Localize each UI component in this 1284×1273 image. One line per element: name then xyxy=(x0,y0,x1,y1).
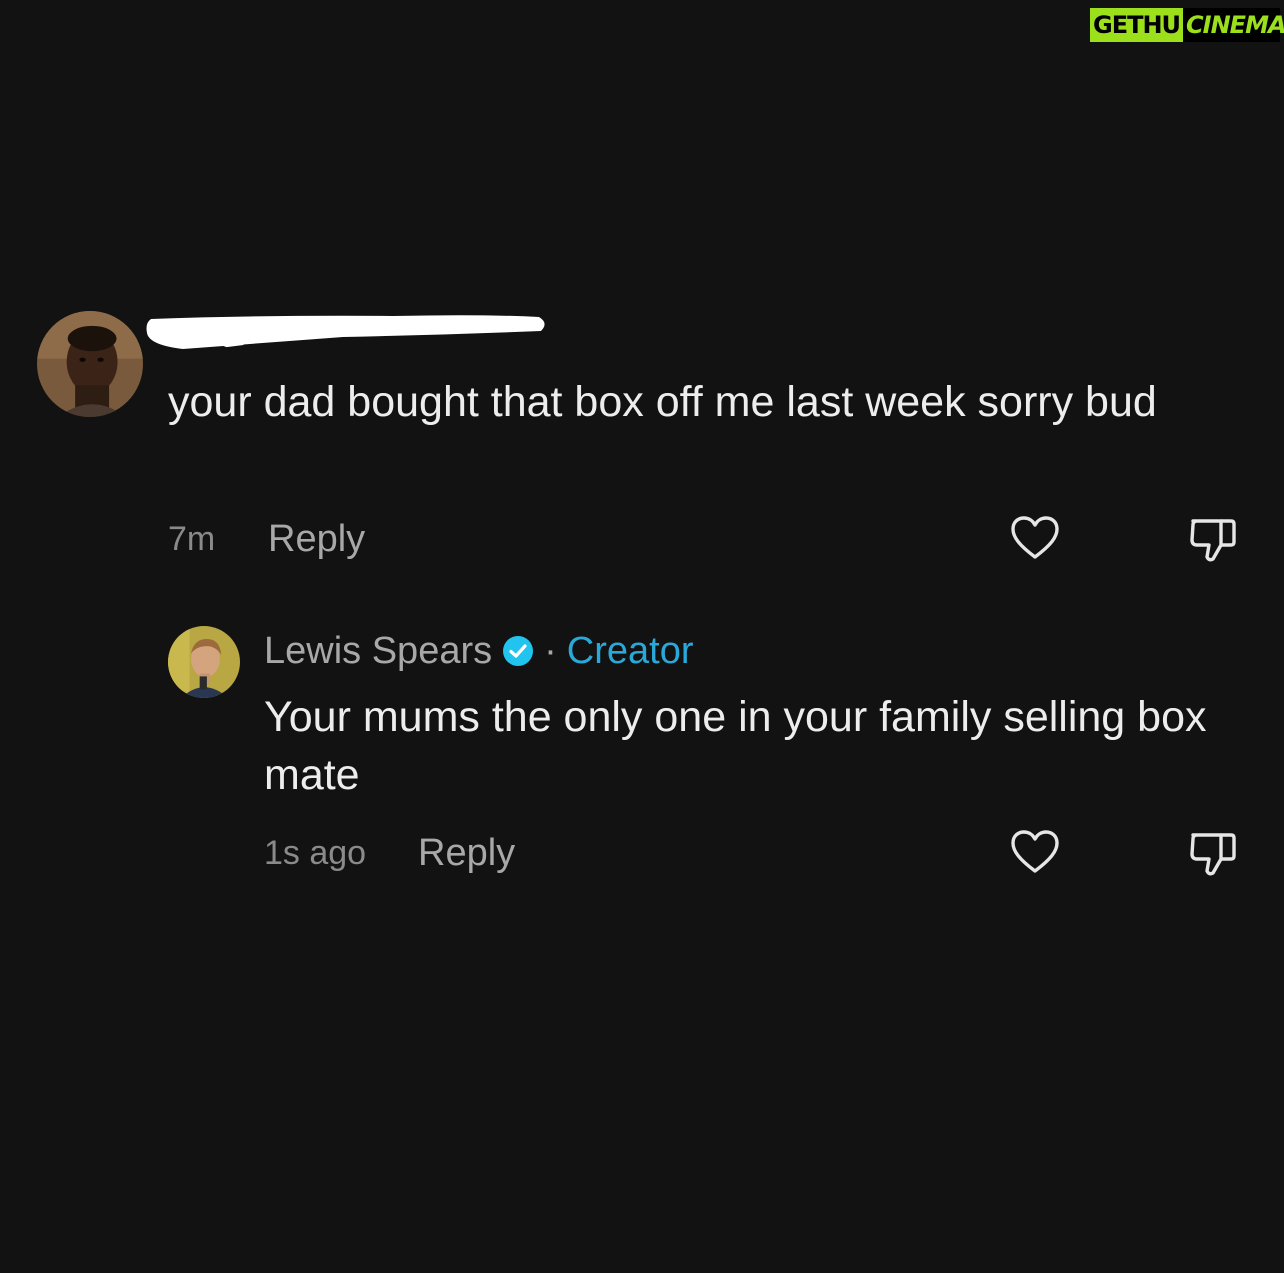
watermark-logo: GETHU CINEMA xyxy=(1090,8,1284,42)
watermark-right-text: CINEMA xyxy=(1186,11,1284,39)
thumbs-down-icon[interactable] xyxy=(1187,513,1239,565)
verified-badge-icon xyxy=(502,635,534,667)
heart-icon[interactable] xyxy=(1009,827,1061,879)
reply-button[interactable]: Reply xyxy=(418,832,515,875)
reply-header: Lewis Spears · Creator xyxy=(264,627,694,675)
comment-text: your dad bought that box off me last wee… xyxy=(168,378,1157,426)
author-name[interactable]: Lewis Spears xyxy=(264,630,492,673)
creator-badge: Creator xyxy=(566,629,694,672)
reply-timestamp: 1s ago xyxy=(264,834,367,872)
redacted-username xyxy=(146,315,545,349)
heart-icon[interactable] xyxy=(1009,513,1061,565)
separator-dot: · xyxy=(544,629,557,672)
watermark-left-text: GETHU xyxy=(1090,8,1184,42)
creator-avatar[interactable] xyxy=(168,626,240,698)
comment-timestamp: 7m xyxy=(168,520,216,558)
reply-button[interactable]: Reply xyxy=(268,518,365,561)
commenter-avatar[interactable] xyxy=(37,311,143,417)
thumbs-down-icon[interactable] xyxy=(1187,827,1239,879)
reply-text: Your mums the only one in your family se… xyxy=(264,693,1207,799)
